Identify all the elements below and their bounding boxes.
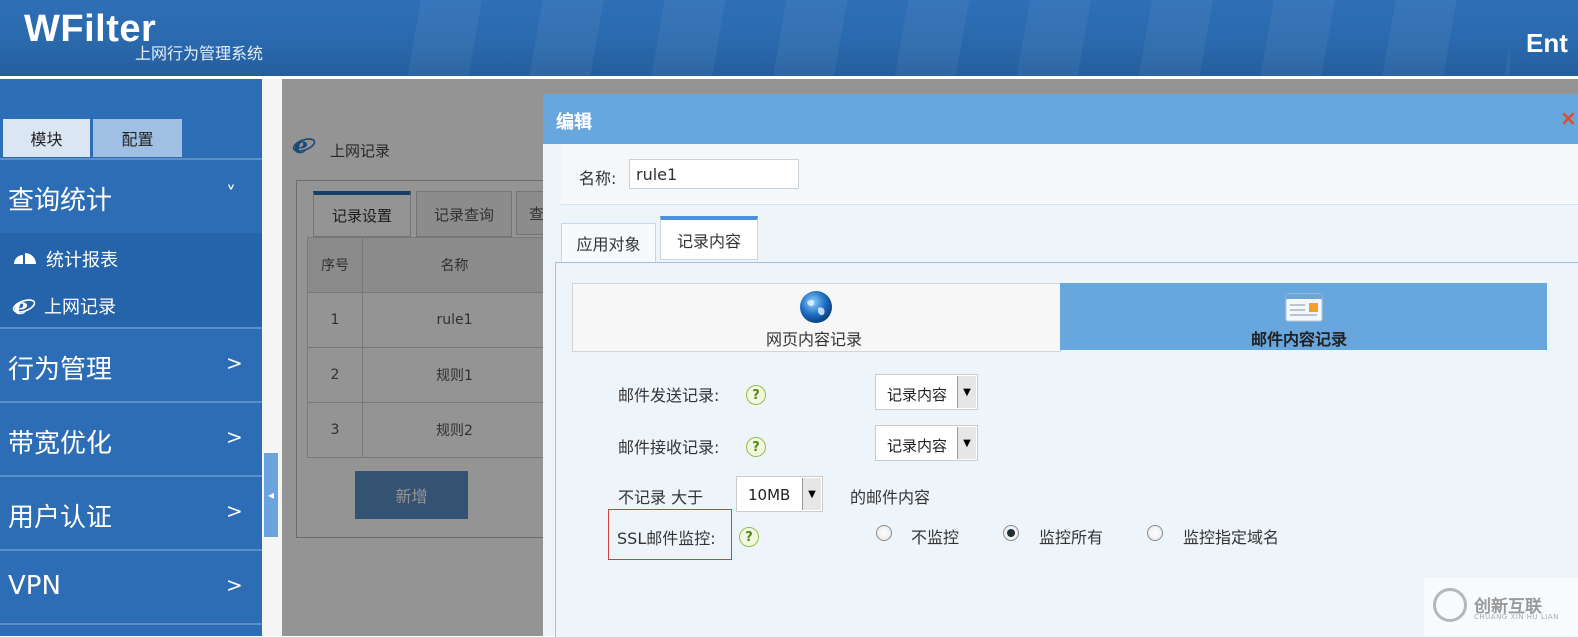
- ie-icon: e: [12, 295, 36, 317]
- receive-record-label: 邮件接收记录:: [618, 438, 720, 457]
- ssl-monitor-label: SSL邮件监控:: [617, 529, 716, 548]
- segment-mail-label: 邮件内容记录: [1251, 330, 1348, 349]
- help-icon[interactable]: ?: [746, 437, 766, 457]
- globe-icon: [800, 291, 832, 323]
- chevron-down-icon: ˅: [226, 182, 236, 206]
- name-input[interactable]: [629, 159, 799, 189]
- mail-icon: [1285, 293, 1323, 322]
- select-value: 10MB: [748, 486, 791, 504]
- segment-web-label: 网页内容记录: [766, 330, 863, 349]
- dialog-title-bar: [543, 94, 1578, 144]
- svg-text:e: e: [14, 295, 28, 317]
- config-button[interactable]: 配置: [93, 119, 182, 157]
- header-edition-text: Ent: [1526, 28, 1568, 58]
- section-label: 查询统计: [8, 186, 113, 216]
- radio-monitor-all[interactable]: [1003, 525, 1019, 541]
- name-label: 名称:: [579, 169, 617, 188]
- dialog-title: 编辑: [556, 112, 592, 133]
- sidebar-section-user-auth[interactable]: 用户认证 >: [0, 477, 262, 549]
- app-header: [0, 0, 1578, 76]
- dropdown-arrow-icon: ▼: [802, 478, 821, 510]
- chevron-right-icon: >: [226, 573, 243, 597]
- header-decoration: [360, 0, 1510, 76]
- sidebar-section-bandwidth[interactable]: 带宽优化 >: [0, 403, 262, 475]
- send-record-select[interactable]: 记录内容 ▼: [875, 374, 978, 410]
- sidebar-divider: [0, 623, 262, 625]
- radio-label: 监控所有: [1039, 528, 1104, 547]
- chevron-right-icon: >: [226, 499, 243, 523]
- size-suffix-label: 的邮件内容: [850, 488, 931, 507]
- size-limit-select[interactable]: 10MB ▼: [736, 476, 823, 512]
- sidebar-section-vpn[interactable]: VPN >: [0, 551, 262, 623]
- tab-apply-objects[interactable]: 应用对象: [561, 223, 656, 263]
- radio-monitor-domains[interactable]: [1147, 525, 1163, 541]
- size-prefix-label: 不记录 大于: [618, 488, 704, 507]
- receive-record-select[interactable]: 记录内容 ▼: [875, 425, 978, 461]
- close-icon[interactable]: ×: [1560, 106, 1577, 130]
- chevron-right-icon: >: [226, 425, 243, 449]
- tab-record-content[interactable]: 记录内容: [660, 216, 758, 260]
- section-label: VPN: [8, 571, 61, 601]
- sidebar-item-web-records[interactable]: e 上网记录: [12, 293, 116, 319]
- section-label: 带宽优化: [8, 429, 113, 459]
- dropdown-arrow-icon: ▼: [957, 427, 976, 459]
- radio-no-monitor[interactable]: [876, 525, 892, 541]
- help-icon[interactable]: ?: [746, 385, 766, 405]
- select-value: 记录内容: [887, 386, 948, 404]
- radio-label: 不监控: [911, 528, 960, 547]
- sidebar-section-query-stats[interactable]: 查询统计 ˅: [0, 160, 262, 232]
- sidebar-item-stats-report[interactable]: 统计报表: [12, 246, 118, 272]
- sidebar-item-label: 上网记录: [44, 297, 116, 318]
- chart-icon: [14, 253, 36, 264]
- sidebar-item-label: 统计报表: [46, 250, 118, 271]
- dropdown-arrow-icon: ▼: [957, 376, 976, 408]
- section-label: 行为管理: [8, 355, 113, 385]
- radio-label: 监控指定域名: [1183, 528, 1280, 547]
- select-value: 记录内容: [887, 437, 948, 455]
- chevron-right-icon: >: [226, 351, 243, 375]
- send-record-label: 邮件发送记录:: [618, 386, 720, 405]
- watermark-logo-icon: [1433, 588, 1467, 622]
- sidebar-section-behavior[interactable]: 行为管理 >: [0, 329, 262, 401]
- watermark-subtext: CHUANG XIN HU LIAN: [1474, 613, 1559, 621]
- help-icon[interactable]: ?: [739, 527, 759, 547]
- sidebar-collapse-handle[interactable]: ◂: [264, 453, 278, 537]
- module-button[interactable]: 模块: [3, 119, 90, 157]
- brand-subtitle: 上网行为管理系统: [135, 44, 264, 63]
- section-label: 用户认证: [8, 503, 113, 533]
- sidebar-edge: [262, 79, 282, 636]
